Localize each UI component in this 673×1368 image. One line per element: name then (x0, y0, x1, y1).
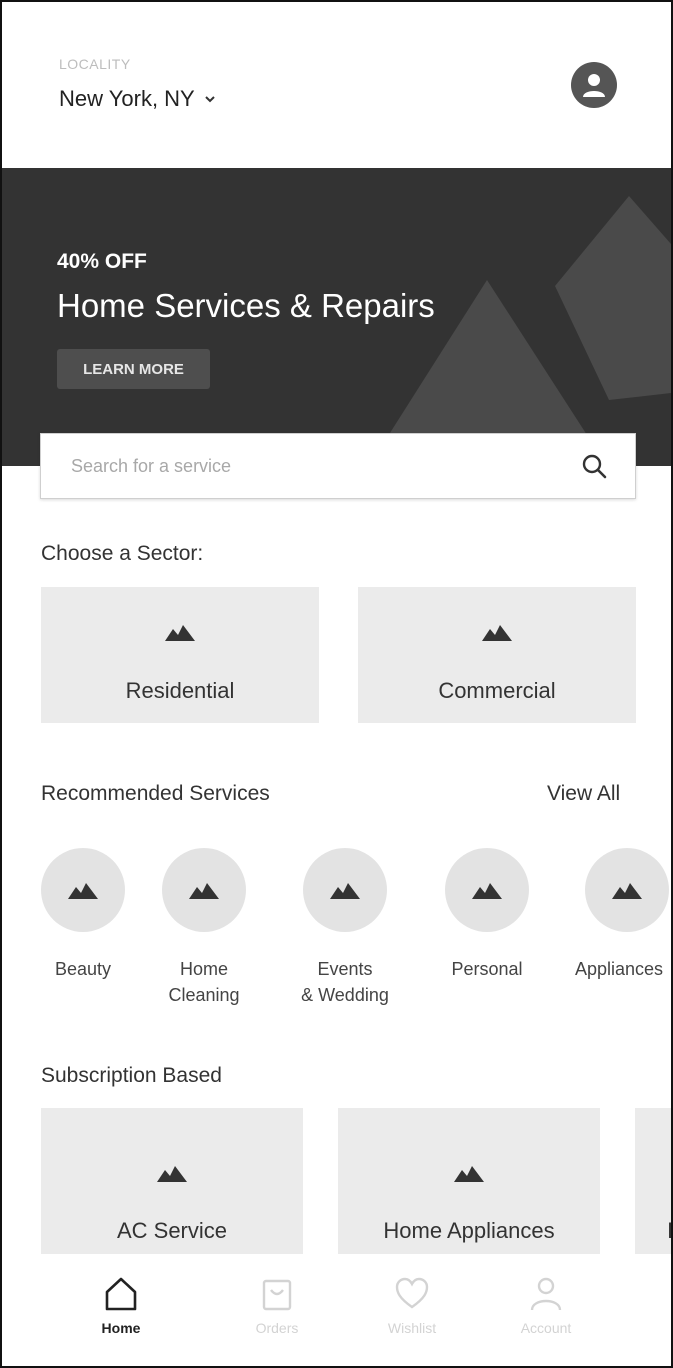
service-item-personal[interactable]: Personal (422, 848, 552, 982)
image-placeholder-icon (482, 625, 512, 641)
subscription-label: I (667, 1218, 671, 1244)
nav-orders[interactable]: Orders (222, 1276, 332, 1336)
sector-card-residential[interactable]: Residential (41, 587, 319, 723)
image-placeholder-icon (165, 625, 195, 641)
subscription-card-ac-service[interactable]: AC Service (41, 1108, 303, 1254)
nav-wishlist[interactable]: Wishlist (357, 1276, 467, 1336)
sector-section-title: Choose a Sector: (41, 542, 204, 565)
service-item-beauty[interactable]: Beauty (18, 848, 148, 982)
image-placeholder-icon (330, 883, 360, 899)
service-label: Home Cleaning (168, 959, 240, 1005)
image-placeholder-icon (68, 883, 98, 899)
person-icon (530, 1277, 562, 1311)
locality-value: New York, NY (59, 86, 195, 111)
nav-home[interactable]: Home (66, 1276, 176, 1336)
service-circle (585, 848, 669, 932)
locality-selector[interactable]: New York, NY (59, 86, 217, 112)
subscription-label: AC Service (116, 1218, 228, 1243)
search-bar[interactable] (40, 433, 636, 499)
service-label: Appliances (575, 959, 664, 979)
service-circle (445, 848, 529, 932)
nav-label: Wishlist (387, 1320, 437, 1336)
recommended-section-title: Recommended Services (41, 782, 270, 805)
heart-icon (395, 1277, 429, 1309)
avatar[interactable] (571, 62, 617, 108)
chevron-down-icon (205, 96, 215, 103)
learn-more-button[interactable]: LEARN MORE (57, 349, 210, 389)
service-circle (41, 848, 125, 932)
service-item-home-cleaning[interactable]: Home Cleaning (139, 848, 269, 1008)
nav-label: Account (520, 1320, 572, 1336)
bottom-nav: Home Orders Wishlist Account (2, 1254, 671, 1366)
image-placeholder-icon (157, 1166, 187, 1182)
search-input[interactable] (69, 454, 581, 478)
service-item-events-wedding[interactable]: Events & Wedding (280, 848, 410, 1008)
nav-label: Home (101, 1320, 141, 1336)
image-placeholder-icon (472, 883, 502, 899)
subscription-card-partial[interactable]: I (635, 1108, 671, 1254)
service-circle (162, 848, 246, 932)
app-screen: LOCALITY New York, NY 40% OFF Home Servi… (0, 0, 673, 1368)
subscription-card-home-appliances[interactable]: Home Appliances (338, 1108, 600, 1254)
image-placeholder-icon (612, 883, 642, 899)
sector-label: Commercial (438, 678, 556, 703)
promo-discount: 40% OFF (57, 250, 147, 273)
nav-account[interactable]: Account (491, 1276, 601, 1336)
service-label: Beauty (54, 959, 112, 979)
user-icon (583, 74, 605, 97)
sector-label: Residential (125, 678, 235, 703)
nav-label: Orders (255, 1320, 299, 1336)
view-all-link[interactable]: View All (547, 782, 620, 806)
subscription-label: Home Appliances (383, 1218, 555, 1243)
promo-title: Home Services & Repairs (57, 287, 435, 324)
bag-icon (262, 1279, 292, 1311)
image-placeholder-icon (189, 883, 219, 899)
service-label: Events & Wedding (301, 959, 389, 1005)
home-icon (105, 1277, 137, 1311)
search-icon[interactable] (581, 453, 607, 479)
service-circle (303, 848, 387, 932)
service-label: Personal (451, 959, 523, 979)
image-placeholder-icon (454, 1166, 484, 1182)
service-item-appliances[interactable]: Appliances (562, 848, 671, 982)
subscription-section-title: Subscription Based (41, 1064, 222, 1087)
sector-card-commercial[interactable]: Commercial (358, 587, 636, 723)
locality-caption: LOCALITY (59, 56, 131, 72)
